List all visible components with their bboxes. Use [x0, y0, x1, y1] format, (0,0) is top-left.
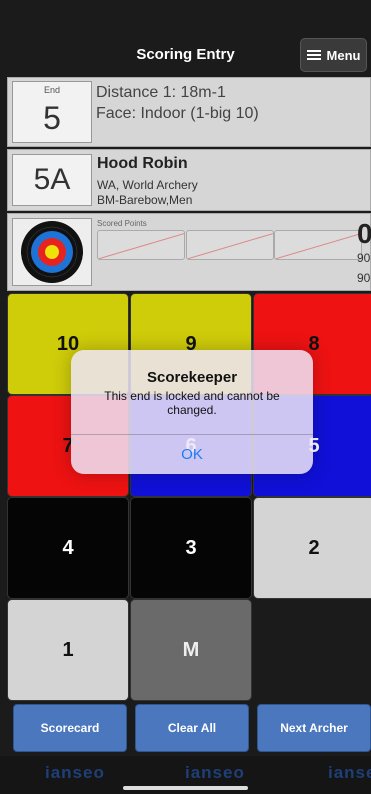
end-total: 0	[357, 218, 371, 249]
next-archer-button[interactable]: Next Archer	[257, 704, 371, 752]
arrow-slot-3[interactable]	[274, 230, 362, 260]
archer-classification: BM-Barebow,Men	[97, 193, 193, 207]
target-code: 5A	[12, 154, 92, 206]
menu-button[interactable]: Menu	[300, 38, 367, 72]
score-key-label: 4	[62, 536, 74, 559]
score-key-2[interactable]: 2	[253, 497, 371, 599]
home-indicator	[123, 786, 248, 790]
ianseo-logo: ianseo	[45, 763, 105, 782]
score-key-1[interactable]: 1	[7, 599, 129, 701]
score-key-m[interactable]: M	[130, 599, 252, 701]
alert-ok-button[interactable]: OK	[71, 435, 313, 474]
end-info-panel: End 5 Distance 1: 18m-1 Face: Indoor (1-…	[7, 77, 371, 147]
score-panel: Scored Points 0 90 90	[7, 213, 371, 291]
arrow-slot-1[interactable]	[97, 230, 185, 260]
distance-text: Distance 1: 18m-1	[96, 84, 226, 101]
score-key-label: 1	[62, 638, 74, 661]
alert-message: This end is locked and cannot be changed…	[104, 389, 280, 417]
header-bar: Scoring Entry Menu	[0, 36, 371, 76]
end-number: 5	[43, 100, 61, 136]
menu-label: Menu	[326, 47, 361, 63]
empty-slot-icon	[187, 233, 273, 259]
archer-panel: 5A Hood Robin WA, World Archery BM-Bareb…	[7, 149, 371, 211]
grand-total: 90	[357, 271, 371, 285]
face-text: Face: Indoor (1-big 10)	[96, 105, 259, 122]
target-face[interactable]	[12, 218, 92, 286]
score-key-3[interactable]: 3	[130, 497, 252, 599]
archer-name: Hood Robin	[97, 155, 188, 172]
score-key-4[interactable]: 4	[7, 497, 129, 599]
score-key-label: 2	[308, 536, 320, 559]
score-key-label: M	[182, 638, 200, 661]
action-bar: Scorecard Clear All Next Archer	[0, 701, 371, 755]
clear-all-button[interactable]: Clear All	[135, 704, 249, 752]
scoring-entry-screen: Scoring Entry Menu End 5 Distance 1: 18m…	[0, 0, 371, 794]
end-box: End 5	[12, 81, 92, 143]
empty-slot-icon	[275, 233, 361, 259]
alert-title: Scorekeeper	[146, 369, 238, 386]
hamburger-icon	[306, 50, 321, 60]
target-icon	[21, 221, 83, 283]
ianseo-logo: ianseo	[328, 763, 371, 782]
score-key-label: 8	[308, 332, 320, 355]
end-label: End	[43, 85, 60, 95]
empty-slot-icon	[98, 233, 184, 259]
scored-points-label: Scored Points	[97, 219, 147, 228]
distance-face-info: Distance 1: 18m-1 Face: Indoor (1-big 10…	[96, 82, 259, 124]
score-key-label: 3	[185, 536, 197, 559]
scorecard-button[interactable]: Scorecard	[13, 704, 127, 752]
archer-organization: WA, World Archery	[97, 178, 198, 192]
alert-dialog: Scorekeeper This end is locked and canno…	[71, 350, 313, 474]
running-total: 90	[357, 251, 371, 265]
arrow-slot-2[interactable]	[186, 230, 274, 260]
ianseo-logo: ianseo	[185, 763, 245, 782]
